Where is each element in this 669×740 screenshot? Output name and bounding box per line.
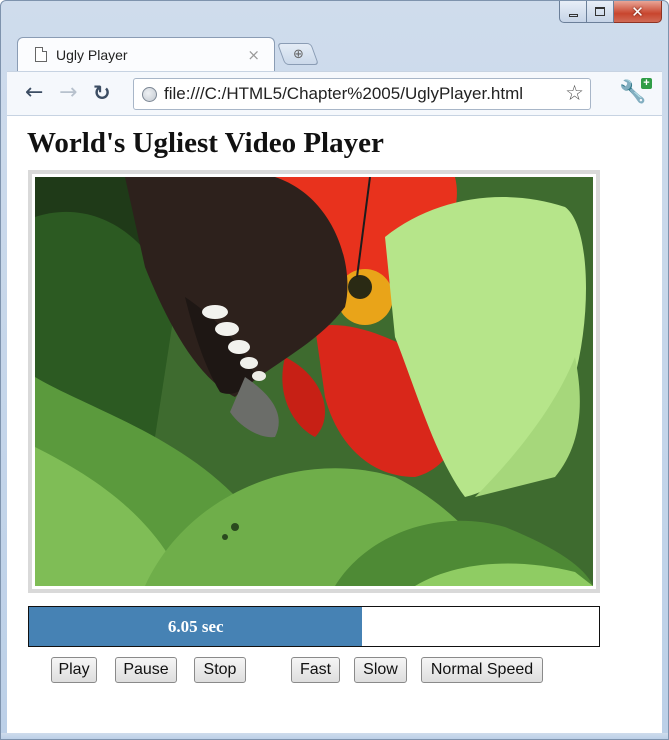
reload-icon[interactable]: ↻ — [93, 79, 111, 107]
globe-icon — [142, 86, 157, 102]
video-frame-image — [35, 177, 593, 586]
url-text[interactable]: file:///C:/HTML5/Chapter%2005/UglyPlayer… — [164, 84, 523, 104]
video-player[interactable] — [35, 177, 593, 586]
minimize-icon — [568, 13, 578, 17]
back-arrow-icon[interactable]: ← — [25, 79, 43, 107]
progress-bar[interactable]: 6.05 sec — [28, 606, 600, 647]
fast-button[interactable]: Fast — [291, 657, 340, 683]
update-badge-icon: + — [641, 78, 652, 89]
new-tab-icon: ⊕ — [292, 46, 304, 61]
tab-close-icon[interactable]: × — [247, 46, 260, 64]
window-bottom-border — [1, 733, 668, 739]
video-frame — [28, 170, 600, 593]
page-icon — [35, 47, 47, 62]
progress-time-label: 6.05 sec — [167, 616, 224, 636]
browser-toolbar: ← → ↻ file:///C:/HTML5/Chapter%2005/Ugly… — [7, 71, 662, 115]
new-tab-button[interactable]: ⊕ — [276, 43, 320, 65]
minimize-button[interactable] — [559, 1, 587, 23]
tab-title: Ugly Player — [56, 46, 128, 63]
play-button[interactable]: Play — [51, 657, 97, 683]
star-icon[interactable]: ☆ — [565, 81, 584, 105]
browser-tab[interactable]: Ugly Player × — [17, 37, 275, 71]
slow-button[interactable]: Slow — [354, 657, 407, 683]
pause-button[interactable]: Pause — [115, 657, 177, 683]
title-bar: ✕ — [1, 1, 668, 41]
address-bar[interactable]: file:///C:/HTML5/Chapter%2005/UglyPlayer… — [133, 78, 591, 110]
maximize-icon — [595, 7, 605, 16]
close-icon: ✕ — [631, 2, 644, 21]
window-controls: ✕ — [559, 1, 662, 23]
maximize-button[interactable] — [587, 1, 614, 23]
stop-button[interactable]: Stop — [194, 657, 246, 683]
close-window-button[interactable]: ✕ — [614, 1, 662, 23]
normal-speed-button[interactable]: Normal Speed — [421, 657, 543, 683]
browser-window: ✕ Ugly Player × ⊕ ← → ↻ file:///C:/HTML5… — [0, 0, 669, 740]
page-content: World's Ugliest Video Player 6.05 sec Pl… — [7, 115, 662, 735]
page-title: World's Ugliest Video Player — [27, 127, 384, 159]
forward-arrow-icon[interactable]: → — [59, 79, 77, 107]
player-controls: Play Pause Stop Fast Slow Normal Speed — [7, 657, 662, 685]
